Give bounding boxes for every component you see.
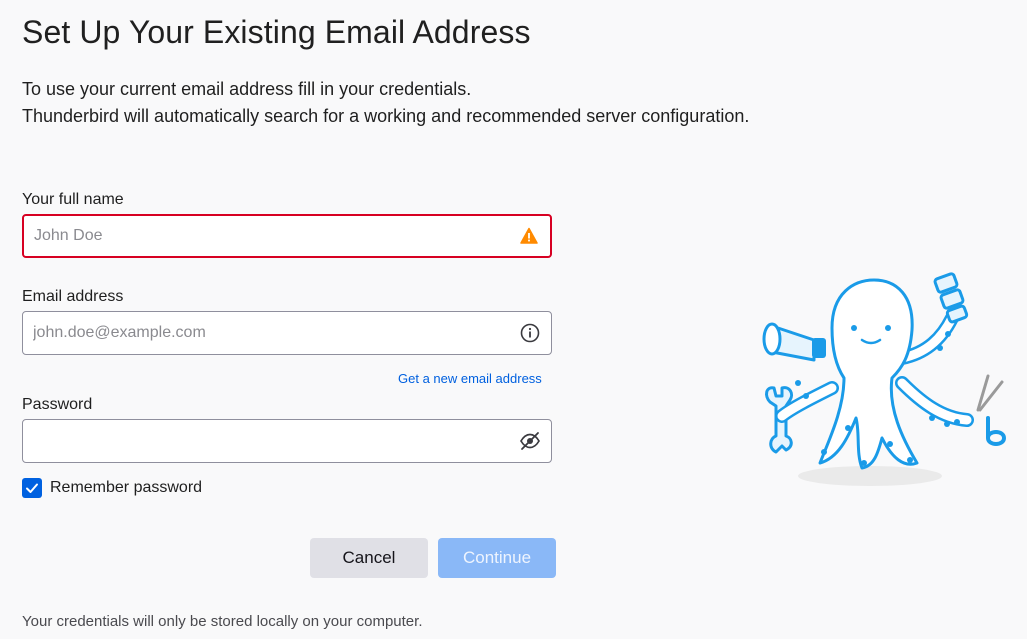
remember-password-row[interactable]: Remember password: [22, 478, 202, 498]
password-input[interactable]: [33, 420, 503, 462]
continue-button[interactable]: Continue: [438, 538, 556, 578]
full-name-label: Your full name: [22, 191, 124, 208]
intro-line-1: To use your current email address fill i…: [22, 79, 472, 99]
password-field-wrapper: [22, 419, 552, 463]
full-name-input[interactable]: [34, 216, 504, 256]
credentials-note: Your credentials will only be stored loc…: [22, 613, 423, 630]
email-input[interactable]: [33, 312, 503, 354]
page-title: Set Up Your Existing Email Address: [22, 14, 531, 50]
warning-icon: [518, 225, 540, 247]
get-new-email-link[interactable]: Get a new email address: [398, 371, 542, 386]
intro-line-2: Thunderbird will automatically search fo…: [22, 106, 750, 126]
octopus-illustration: [762, 272, 1007, 486]
checkmark-icon: [26, 483, 38, 493]
email-field-wrapper: [22, 311, 552, 355]
full-name-field-wrapper: [22, 214, 552, 258]
scissors-icon: [976, 374, 1007, 446]
account-setup-page: Set Up Your Existing Email Address To us…: [0, 0, 1027, 639]
device-cards-icon: [933, 272, 969, 324]
remember-password-checkbox[interactable]: [22, 478, 42, 498]
email-label: Email address: [22, 288, 124, 305]
info-icon[interactable]: [519, 322, 541, 344]
eye-slash-icon[interactable]: [519, 430, 541, 452]
cancel-button[interactable]: Cancel: [310, 538, 428, 578]
remember-password-label[interactable]: Remember password: [50, 479, 202, 497]
password-label: Password: [22, 396, 93, 413]
intro-text: To use your current email address fill i…: [22, 76, 749, 130]
megaphone-icon: [762, 322, 826, 362]
